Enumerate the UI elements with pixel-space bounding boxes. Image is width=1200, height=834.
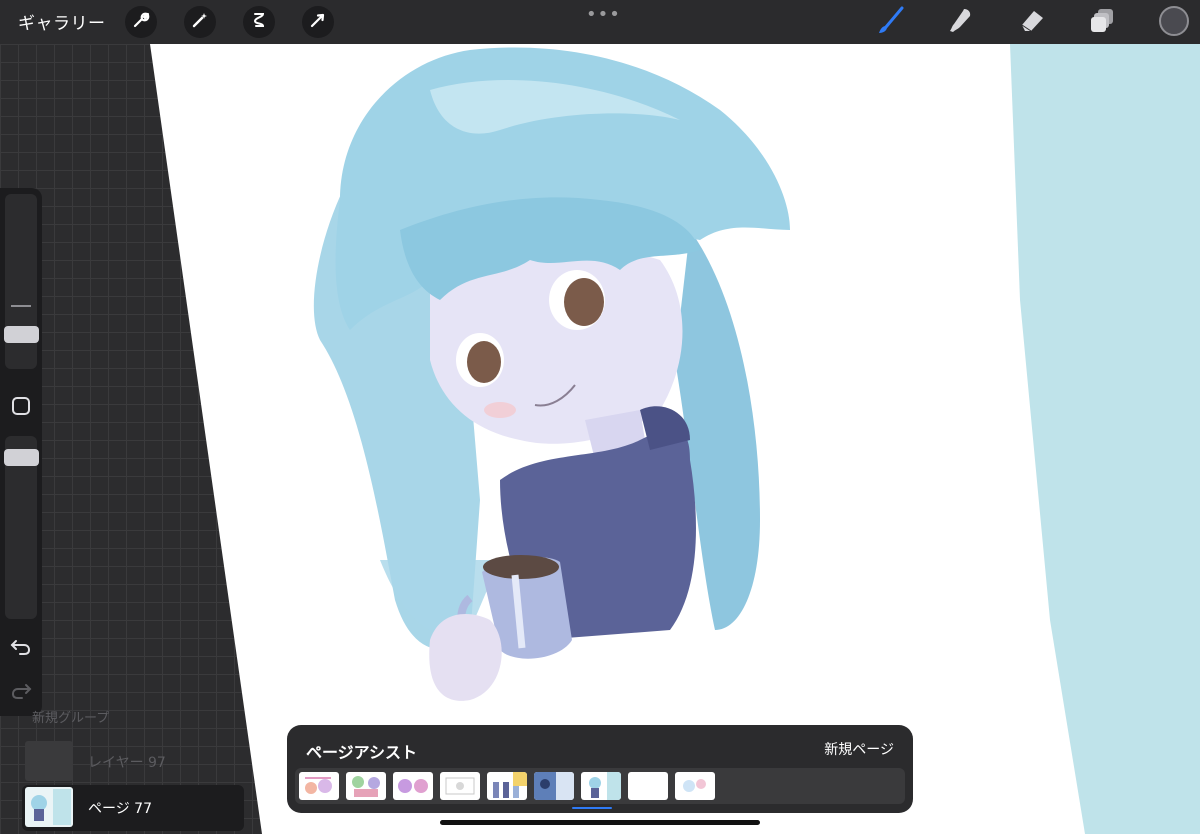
magic-wand-icon — [191, 11, 209, 33]
page-assist-title: ページアシスト — [306, 743, 418, 762]
transform-arrow-icon — [309, 11, 327, 33]
smudge-button[interactable] — [945, 6, 977, 38]
layer-name: ページ 77 — [88, 801, 152, 817]
page-thumbnail[interactable] — [299, 772, 339, 800]
wrench-icon — [132, 11, 150, 33]
layer-thumbnail — [25, 787, 73, 827]
page-thumbnail-current[interactable] — [581, 772, 621, 800]
brush-icon — [876, 5, 906, 39]
page-thumbnail[interactable] — [534, 772, 574, 800]
eye-left — [467, 341, 501, 383]
smudge-icon — [946, 5, 976, 39]
modify-button[interactable] — [0, 396, 42, 420]
selection-button[interactable] — [243, 6, 275, 38]
actions-button[interactable] — [125, 6, 157, 38]
drawing-canvas[interactable] — [0, 0, 1200, 834]
eye-right — [564, 278, 604, 326]
slider-tick — [11, 305, 31, 307]
selection-icon — [250, 11, 268, 33]
page-assist-panel: ページアシスト 新規ページ — [287, 725, 913, 813]
square-icon — [11, 396, 31, 420]
new-page-button[interactable]: 新規ページ — [824, 739, 894, 759]
home-indicator[interactable] — [440, 820, 760, 825]
undo-button[interactable] — [0, 636, 42, 660]
left-sidebar — [0, 188, 42, 716]
layers-icon — [1089, 6, 1117, 38]
layer-group-title[interactable]: 新規グループ — [32, 707, 109, 726]
more-options[interactable]: ••• — [586, 4, 621, 25]
brush-button[interactable] — [875, 6, 907, 38]
page-thumbnail[interactable] — [628, 772, 668, 800]
redo-button[interactable] — [0, 680, 42, 704]
opacity-thumb[interactable] — [4, 449, 39, 466]
transform-button[interactable] — [302, 6, 334, 38]
page-thumbnail[interactable] — [675, 772, 715, 800]
layer-row-97[interactable]: レイヤー 97 — [22, 739, 244, 785]
top-toolbar: ギャラリー ••• — [0, 0, 1200, 44]
undo-icon — [10, 636, 32, 660]
color-picker[interactable] — [1159, 6, 1189, 36]
adjustments-button[interactable] — [184, 6, 216, 38]
page-thumbnail[interactable] — [346, 772, 386, 800]
page-thumbnail[interactable] — [393, 772, 433, 800]
page-thumbnail[interactable] — [487, 772, 527, 800]
redo-icon — [10, 680, 32, 704]
gallery-button[interactable]: ギャラリー — [18, 9, 106, 34]
layer-name: レイヤー 97 — [88, 755, 166, 771]
current-page-indicator — [572, 807, 612, 809]
eraser-button[interactable] — [1016, 6, 1048, 38]
layer-thumbnail — [25, 741, 73, 781]
brush-size-thumb[interactable] — [4, 326, 39, 343]
artwork — [150, 44, 1200, 834]
page-thumbnail[interactable] — [440, 772, 480, 800]
page-thumbnail-strip — [295, 768, 905, 804]
cheek — [484, 402, 516, 418]
coffee — [483, 555, 559, 579]
layer-row-page-77[interactable]: ページ 77 — [22, 785, 244, 831]
layers-button[interactable] — [1087, 6, 1119, 38]
eraser-icon — [1017, 5, 1047, 39]
